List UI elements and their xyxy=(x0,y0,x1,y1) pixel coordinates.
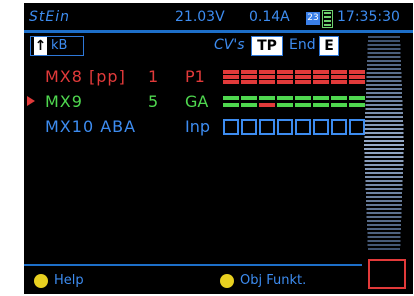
function-cell xyxy=(223,119,239,135)
tp-button[interactable]: TP xyxy=(251,36,283,56)
channel-badge: 23 xyxy=(306,12,320,25)
loco-row-selected[interactable]: MX9 5 GA xyxy=(24,92,376,112)
end-key-button[interactable]: E xyxy=(319,36,339,56)
scroll-wheel[interactable] xyxy=(360,36,408,252)
selection-cursor-icon xyxy=(27,96,35,106)
battery-icon xyxy=(322,10,333,28)
obj-funkt-label[interactable]: Obj Funkt. xyxy=(240,273,306,288)
function-cell xyxy=(277,119,293,135)
function-cell xyxy=(241,70,257,84)
voltage-readout: 21.03V xyxy=(175,9,225,25)
function-cell xyxy=(259,70,275,84)
loco-address: 1 xyxy=(148,67,159,86)
function-cell xyxy=(295,70,311,84)
loco-name: MX8 [pp] xyxy=(45,67,126,86)
clock: 17:35:30 xyxy=(337,9,400,25)
loco-mode: P1 xyxy=(185,67,205,86)
function-cell xyxy=(277,96,293,107)
function-cell xyxy=(331,96,347,107)
help-key-icon[interactable] xyxy=(34,274,48,288)
function-cell xyxy=(331,70,347,84)
bottom-divider xyxy=(24,264,362,266)
function-cell xyxy=(295,119,311,135)
function-cell xyxy=(241,96,257,107)
function-cell xyxy=(313,70,329,84)
loco-address: 5 xyxy=(148,92,159,111)
function-cell xyxy=(241,119,257,135)
loco-row[interactable]: MX10 ABA Inp xyxy=(24,117,376,137)
loco-row[interactable]: MX8 [pp] 1 P1 xyxy=(24,67,376,87)
function-cell xyxy=(313,96,329,107)
loco-mode: GA xyxy=(185,92,209,111)
device-screen: StEin 21.03V 0.14A 23 17:35:30 ↑ kB CV's… xyxy=(24,3,413,294)
loco-mode: Inp xyxy=(185,117,211,136)
function-cell xyxy=(313,119,329,135)
status-bar: StEin 21.03V 0.14A 23 17:35:30 xyxy=(24,3,413,31)
obj-key-icon[interactable] xyxy=(220,274,234,288)
status-divider xyxy=(24,30,413,33)
function-cell xyxy=(295,96,311,107)
function-cell xyxy=(277,70,293,84)
up-arrow-icon: ↑ xyxy=(34,37,47,55)
function-cells xyxy=(223,70,365,84)
function-cell xyxy=(223,70,239,84)
function-cells xyxy=(223,119,365,135)
toolbar: ↑ kB CV's TP End E xyxy=(27,36,379,56)
end-label: End xyxy=(289,37,316,53)
red-selection-box[interactable] xyxy=(368,259,406,289)
function-cells xyxy=(223,96,365,107)
device-name: StEin xyxy=(29,9,70,25)
function-cell xyxy=(259,119,275,135)
upload-button[interactable]: ↑ kB xyxy=(30,36,84,56)
unit-label: kB xyxy=(51,38,68,53)
loco-name: MX9 xyxy=(45,92,83,111)
function-cell xyxy=(331,119,347,135)
loco-name: MX10 ABA xyxy=(45,117,137,136)
function-cell xyxy=(259,96,275,107)
current-readout: 0.14A xyxy=(249,9,290,25)
help-label[interactable]: Help xyxy=(54,273,84,288)
cvs-label: CV's xyxy=(214,37,245,53)
function-cell xyxy=(223,96,239,107)
